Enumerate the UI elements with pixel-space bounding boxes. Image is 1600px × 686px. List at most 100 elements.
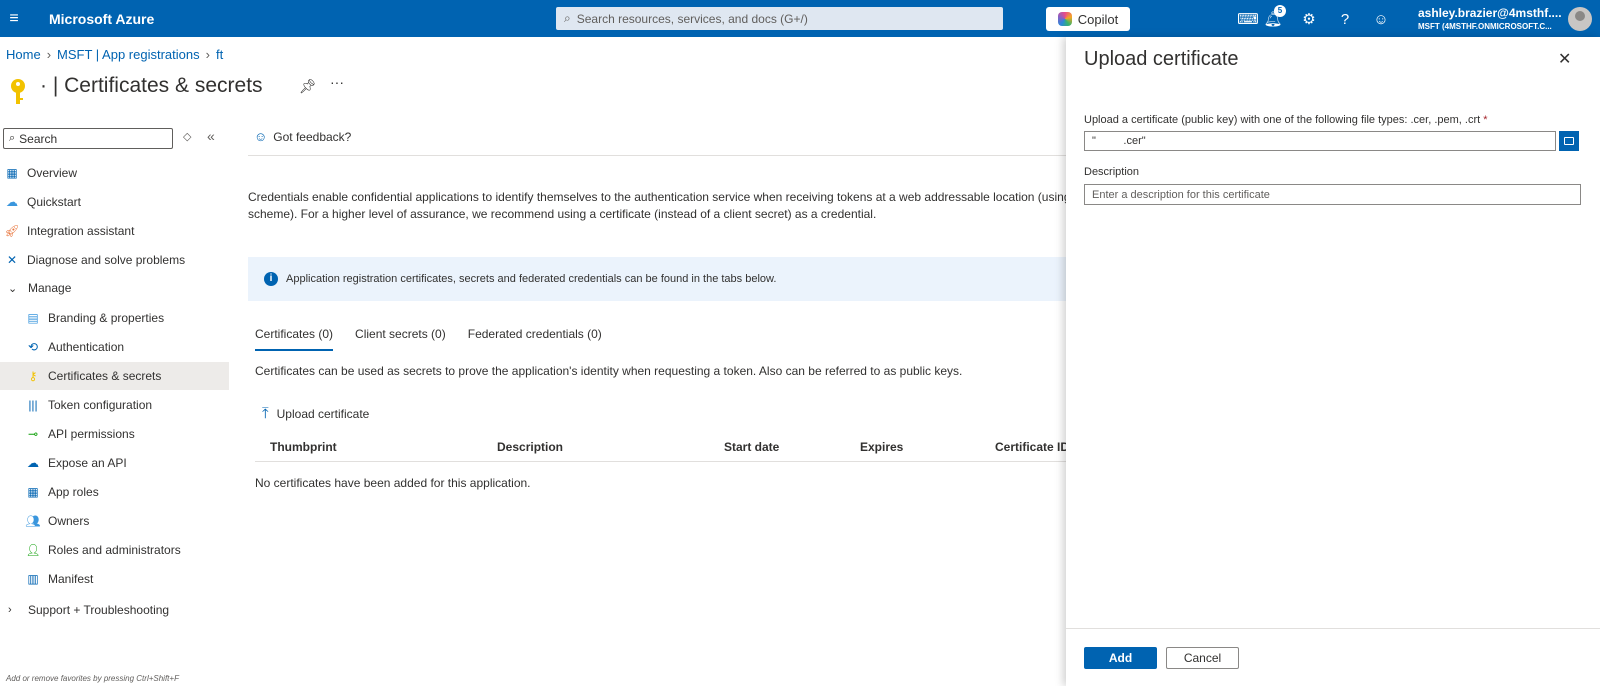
file-field-label-text: Upload a certificate (public key) with o… <box>1084 114 1481 126</box>
nav-group-support[interactable]: › Support + Troubleshooting <box>8 603 169 617</box>
info-banner: i Application registration certificates,… <box>248 257 1068 301</box>
expand-collapse-icon[interactable]: ◇ <box>183 130 191 143</box>
nav-item-label: Overview <box>27 166 78 180</box>
nav-item-roles-administrators[interactable]: 👤︎ Roles and administrators <box>0 536 229 564</box>
settings-gear-icon[interactable]: ⚙ <box>1298 8 1320 30</box>
upload-icon: ⤒ <box>262 405 269 422</box>
close-icon[interactable]: ✕ <box>1558 49 1571 69</box>
certificate-file-input[interactable]: " .cer" <box>1084 131 1556 151</box>
empty-table-message: No certificates have been added for this… <box>255 476 531 490</box>
wrench-icon: ✕ <box>6 253 18 267</box>
brand-title[interactable]: Microsoft Azure <box>49 11 519 27</box>
nav-item-integration-assistant[interactable]: 🚀︎ Integration assistant <box>0 217 229 245</box>
token-icon: ||| <box>28 398 38 412</box>
more-options-icon[interactable]: ··· <box>330 74 344 90</box>
breadcrumb-separator-icon: › <box>205 47 210 62</box>
column-header-description[interactable]: Description <box>497 440 563 454</box>
credentials-description-line: Credentials enable confidential applicat… <box>248 190 1068 204</box>
upload-certificate-button[interactable]: ⤒ Upload certificate <box>262 405 369 422</box>
nav-item-quickstart[interactable]: ☁ Quickstart <box>0 188 229 216</box>
breadcrumb-app[interactable]: ft <box>216 47 223 62</box>
nav-item-manifest[interactable]: ▥ Manifest <box>0 565 229 593</box>
got-feedback-label: Got feedback? <box>273 129 352 144</box>
nav-item-label: App roles <box>48 485 99 499</box>
collapse-nav-icon[interactable]: « <box>207 128 215 144</box>
breadcrumb-home[interactable]: Home <box>6 47 41 62</box>
breadcrumb-app-registrations[interactable]: MSFT | App registrations <box>57 47 200 62</box>
search-icon: ⌕ <box>564 11 571 25</box>
notification-count-badge: 5 <box>1274 5 1286 17</box>
page-title-app-name: · <box>40 74 47 97</box>
branding-icon: ▤ <box>27 311 39 325</box>
tab-client-secrets[interactable]: Client secrets (0) <box>355 327 446 351</box>
nav-item-label: Token configuration <box>48 398 153 412</box>
account-menu[interactable]: ashley.brazier@4msthf.... MSFT (4MSTHF.O… <box>1418 6 1562 31</box>
page-title: · | Certificates & secrets <box>40 74 263 98</box>
certificate-description-input[interactable]: Enter a description for this certificate <box>1084 184 1581 205</box>
roles-icon: 👤︎ <box>25 543 41 557</box>
account-name: ashley.brazier@4msthf.... <box>1418 6 1562 20</box>
nav-item-label: Branding & properties <box>48 311 165 325</box>
nav-item-label: Certificates & secrets <box>48 369 162 383</box>
required-marker: * <box>1483 114 1488 126</box>
feedback-icon[interactable]: ☺ <box>1370 8 1392 30</box>
browse-file-button[interactable] <box>1559 131 1579 151</box>
certificates-table-header: Thumbprint Description Start date Expire… <box>255 438 1069 462</box>
tab-certificates[interactable]: Certificates (0) <box>255 327 334 351</box>
divider <box>1066 628 1600 629</box>
nav-item-authentication[interactable]: ⟲ Authentication <box>0 333 229 361</box>
nav-item-overview[interactable]: ▦ Overview <box>0 159 229 187</box>
nav-item-label: Diagnose and solve problems <box>27 253 186 267</box>
nav-search-input[interactable]: ⌕ Search <box>3 128 173 149</box>
nav-item-label: API permissions <box>48 427 135 441</box>
credentials-description-line: scheme). For a higher level of assurance… <box>248 207 877 221</box>
feedback-icon: ☺ <box>254 129 268 144</box>
copilot-button[interactable]: Copilot <box>1046 7 1130 31</box>
nav-item-token-configuration[interactable]: ||| Token configuration <box>0 391 229 419</box>
nav-item-label: Authentication <box>48 340 125 354</box>
column-header-start-date[interactable]: Start date <box>724 440 779 454</box>
owners-icon: 👥︎ <box>25 514 41 528</box>
breadcrumb: Home › MSFT | App registrations › ft <box>6 47 223 62</box>
favorites-hint: Add or remove favorites by pressing Ctrl… <box>6 674 179 683</box>
nav-item-branding[interactable]: ▤ Branding & properties <box>0 304 229 332</box>
cloud-icon: ☁ <box>6 195 18 209</box>
got-feedback-button[interactable]: ☺ Got feedback? <box>254 129 351 144</box>
info-banner-text: Application registration certificates, s… <box>286 273 777 285</box>
nav-item-api-permissions[interactable]: ⊸ API permissions <box>0 420 229 448</box>
chevron-down-icon: ⌄ <box>8 282 18 295</box>
nav-group-label: Manage <box>28 281 72 295</box>
page-title-text: | Certificates & secrets <box>52 74 263 97</box>
cancel-button[interactable]: Cancel <box>1166 647 1239 669</box>
pin-icon[interactable]: 📌︎ <box>299 78 317 95</box>
app-roles-icon: ▦ <box>27 485 39 499</box>
description-field-label: Description <box>1084 166 1140 178</box>
upload-certificate-panel: Upload certificate ✕ Upload a certificat… <box>1066 37 1600 686</box>
avatar[interactable] <box>1568 7 1592 31</box>
divider <box>248 155 1068 156</box>
credential-tabs: Certificates (0) Client secrets (0) Fede… <box>255 327 624 351</box>
tab-federated-credentials[interactable]: Federated credentials (0) <box>468 327 602 351</box>
nav-item-diagnose[interactable]: ✕ Diagnose and solve problems <box>0 246 229 274</box>
column-header-certificate-id[interactable]: Certificate ID <box>995 440 1069 454</box>
cloud-api-icon: ☁ <box>27 456 39 470</box>
global-search-input[interactable]: ⌕ Search resources, services, and docs (… <box>556 7 1003 30</box>
column-header-expires[interactable]: Expires <box>860 440 903 454</box>
nav-group-manage[interactable]: ⌄ Manage <box>8 281 71 295</box>
nav-item-app-roles[interactable]: ▦ App roles <box>0 478 229 506</box>
nav-item-expose-api[interactable]: ☁ Expose an API <box>0 449 229 477</box>
account-tenant: MSFT (4MSTHF.ONMICROSOFT.C... <box>1418 22 1552 31</box>
copilot-label: Copilot <box>1077 11 1119 27</box>
panel-title: Upload certificate <box>1084 48 1239 70</box>
manifest-icon: ▥ <box>27 572 39 586</box>
nav-item-label: Quickstart <box>27 195 82 209</box>
nav-item-label: Roles and administrators <box>48 543 181 557</box>
cloud-shell-icon[interactable]: ⌨ <box>1237 8 1259 30</box>
help-icon[interactable]: ? <box>1334 8 1356 30</box>
column-header-thumbprint[interactable]: Thumbprint <box>270 440 337 454</box>
hamburger-menu-icon[interactable]: ≡ <box>4 10 24 28</box>
nav-item-owners[interactable]: 👥︎ Owners <box>0 507 229 535</box>
add-button[interactable]: Add <box>1084 647 1157 669</box>
nav-item-certificates-secrets[interactable]: ⚷ Certificates & secrets <box>0 362 229 390</box>
folder-icon <box>1564 137 1574 145</box>
